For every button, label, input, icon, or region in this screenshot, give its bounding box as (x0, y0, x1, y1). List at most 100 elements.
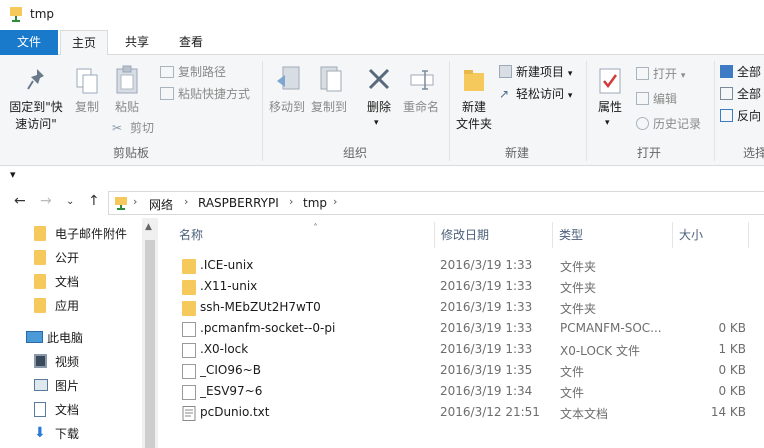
tab-file[interactable]: 文件 (0, 30, 58, 55)
pin-icon (27, 69, 44, 90)
navigation-pane: 电子邮件附件 公开 文档 应用 此电脑 视频 图片 文档 ⬇ 下载 (0, 218, 158, 448)
breadcrumb-separator-icon[interactable]: › (289, 195, 293, 208)
file-name: _ESV97~6 (200, 384, 263, 398)
folder-icon (182, 301, 196, 316)
file-type: 文件 (560, 365, 585, 379)
file-icon (182, 322, 196, 337)
back-arrow-icon[interactable]: ← (14, 193, 26, 209)
invert-selection-button[interactable]: 反向 (720, 108, 761, 124)
paste-label: 粘贴 (114, 100, 139, 114)
breadcrumb-separator-icon[interactable]: › (133, 195, 137, 208)
tab-home[interactable]: 主页 (60, 30, 108, 56)
forward-arrow-icon[interactable]: → (40, 193, 52, 209)
recent-locations-icon[interactable]: ⌄ (66, 196, 74, 207)
nav-item-videos[interactable]: 视频 (0, 350, 142, 372)
file-type: X0-LOCK 文件 (560, 344, 640, 358)
pictures-icon (34, 379, 48, 391)
cut-button[interactable]: ✂ 剪切 (112, 120, 154, 136)
breadcrumb-tmp[interactable]: tmp (303, 196, 327, 210)
file-size: 0 KB (718, 363, 746, 377)
file-type: 文件夹 (560, 281, 597, 295)
history-icon (636, 117, 649, 130)
select-all-button[interactable]: 全部 (720, 64, 761, 80)
open-group-label: 打开 (636, 146, 661, 160)
select-none-icon (720, 87, 733, 100)
ribbon-divider (586, 61, 587, 161)
edit-button[interactable]: 编辑 (636, 91, 677, 107)
new-folder-label-1: 新建 (461, 100, 486, 114)
file-row[interactable]: .pcmanfm-socket--0-pi 2016/3/19 1:33 PCM… (158, 319, 764, 340)
rename-button[interactable]: 重命名 (400, 63, 442, 141)
customize-toolbar-icon[interactable]: ▾ (10, 168, 16, 181)
navigation-pane-scrollbar[interactable]: ▲ (142, 218, 158, 448)
file-type: 文件 (560, 386, 585, 400)
tab-view[interactable]: 查看 (166, 30, 216, 55)
delete-button[interactable]: 删除 ▾ (360, 63, 398, 141)
easy-access-button[interactable]: ↗ 轻松访问 ▾ (499, 86, 572, 104)
quick-access-toolbar: ▾ (0, 166, 764, 188)
paste-shortcut-button[interactable]: 粘贴快捷方式 (160, 86, 250, 102)
nav-item-downloads[interactable]: ⬇ 下载 (0, 422, 142, 444)
file-date: 2016/3/19 1:34 (440, 384, 533, 398)
new-folder-button[interactable]: 新建 文件夹 (452, 63, 496, 141)
tab-share[interactable]: 共享 (112, 30, 162, 55)
nav-item-label: 文档 (55, 275, 80, 289)
ribbon-divider (262, 61, 263, 161)
select-none-button[interactable]: 全部 (720, 86, 761, 102)
paste-icon (116, 65, 138, 94)
file-icon (182, 364, 196, 379)
clipboard-group-label: 剪贴板 (112, 146, 149, 160)
properties-button[interactable]: 属性 ▾ (590, 63, 630, 141)
move-to-icon (277, 66, 300, 90)
column-header-type-label: 类型 (559, 228, 584, 242)
breadcrumb-separator-icon[interactable]: › (184, 195, 188, 208)
breadcrumb-raspberrypi[interactable]: RASPBERRYPI (198, 196, 279, 210)
file-name: .ICE-unix (200, 258, 254, 272)
column-header-name[interactable]: ˄ 名称 (173, 222, 435, 248)
copy-to-button[interactable]: 复制到 (308, 63, 350, 141)
new-item-button[interactable]: 新建项目 ▾ (499, 64, 572, 82)
file-row[interactable]: pcDunio.txt 2016/3/12 21:51 文本文档 14 KB (158, 403, 764, 424)
up-arrow-icon[interactable]: ↑ (88, 193, 100, 209)
open-button[interactable]: 打开 ▾ (636, 66, 685, 84)
nav-item-label: 下载 (55, 427, 80, 441)
open-icon (636, 67, 649, 80)
column-header-type[interactable]: 类型 (553, 222, 673, 248)
file-row[interactable]: .X11-unix 2016/3/19 1:33 文件夹 (158, 277, 764, 298)
nav-item-this-pc[interactable]: 此电脑 (0, 326, 142, 348)
breadcrumb-separator-icon[interactable]: › (333, 195, 337, 208)
file-row[interactable]: .X0-lock 2016/3/19 1:33 X0-LOCK 文件 1 KB (158, 340, 764, 361)
folder-icon (34, 226, 46, 241)
column-header-size[interactable]: 大小 (673, 222, 749, 248)
properties-dropdown-icon: ▾ (605, 118, 610, 128)
nav-item-email-attachments[interactable]: 电子邮件附件 (0, 222, 142, 244)
breadcrumb-network[interactable]: 网络 (149, 196, 173, 213)
nav-item-documents[interactable]: 文档 (0, 398, 142, 420)
file-name: _CIO96~B (200, 363, 261, 377)
copy-path-button[interactable]: 复制路径 (160, 64, 226, 80)
pin-quick-access-button[interactable]: 固定到"快 速访问" (4, 63, 68, 141)
scroll-up-icon[interactable]: ▲ (145, 222, 152, 232)
move-to-button[interactable]: 移动到 (266, 63, 308, 141)
nav-item-documents-folder[interactable]: 文档 (0, 270, 142, 292)
easy-access-label: 轻松访问 (516, 87, 565, 101)
copy-button[interactable]: 复制 (70, 63, 104, 141)
file-row[interactable]: .ICE-unix 2016/3/19 1:33 文件夹 (158, 256, 764, 277)
scrollbar-thumb[interactable] (145, 240, 155, 448)
file-row[interactable]: _ESV97~6 2016/3/19 1:34 文件 0 KB (158, 382, 764, 403)
ribbon-divider (449, 61, 450, 161)
new-item-label: 新建项目 (516, 65, 565, 79)
nav-item-public[interactable]: 公开 (0, 246, 142, 268)
navigation-bar: ← → ⌄ ↑ › 网络 › RASPBERRYPI › tmp › (0, 188, 764, 218)
nav-item-pictures[interactable]: 图片 (0, 374, 142, 396)
address-bar[interactable]: › 网络 › RASPBERRYPI › tmp › (108, 191, 764, 215)
video-icon (34, 354, 47, 368)
column-header-date[interactable]: 修改日期 (435, 222, 553, 248)
file-row[interactable]: _CIO96~B 2016/3/19 1:35 文件 0 KB (158, 361, 764, 382)
nav-item-apps[interactable]: 应用 (0, 294, 142, 316)
file-row[interactable]: ssh-MEbZUt2H7wT0 2016/3/19 1:33 文件夹 (158, 298, 764, 319)
history-button[interactable]: 历史记录 (636, 116, 701, 132)
folder-icon (182, 259, 196, 274)
file-name: .X0-lock (200, 342, 249, 356)
select-all-icon (720, 65, 733, 78)
